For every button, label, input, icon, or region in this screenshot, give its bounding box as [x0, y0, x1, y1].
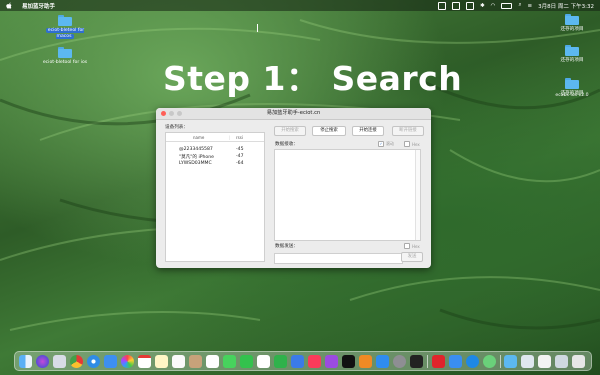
send-hex-checkbox[interactable]: Hex — [404, 243, 420, 249]
desktop-folder-label: 还存的项目 — [560, 27, 584, 32]
desktop-folder-label: 还存的项目 — [560, 58, 584, 63]
photos-app-icon[interactable] — [206, 354, 219, 368]
tv-icon[interactable] — [342, 354, 355, 368]
device-row[interactable]: @2233445587 -45 — [166, 146, 264, 153]
menu-bar: 易加蓝牙助手 ✱ ◠ ⌕ ≡ 3月8日 周二 下午3:32 — [0, 0, 600, 11]
window-thumbnail-icon[interactable] — [555, 354, 569, 368]
send-button[interactable]: 发送 — [401, 252, 423, 262]
clock[interactable]: 3月8日 周二 下午3:32 — [538, 2, 594, 10]
dock — [14, 351, 592, 371]
siri-icon[interactable] — [36, 354, 49, 368]
bluetooth-assistant-icon[interactable] — [482, 354, 496, 368]
podcasts-icon[interactable] — [325, 354, 338, 368]
finder-icon[interactable] — [19, 354, 32, 368]
send-label: 数据发送： — [275, 244, 298, 249]
zoom-button[interactable] — [177, 111, 182, 116]
device-name: LYWSD03MMC — [179, 161, 212, 166]
numbers-icon[interactable] — [274, 354, 287, 368]
freeform-icon[interactable] — [257, 354, 270, 368]
record-icon[interactable] — [452, 1, 461, 10]
photos-icon[interactable] — [121, 354, 134, 368]
stop-search-button[interactable]: 停止搜索 — [312, 126, 346, 136]
window-title: 易加蓝牙助手-eciot.cn — [266, 110, 321, 116]
chrome-icon[interactable] — [70, 354, 83, 368]
recv-hex-checkbox[interactable]: Hex — [404, 141, 420, 147]
folder-icon — [565, 45, 579, 56]
recv-label: 数据接收： — [275, 142, 298, 147]
trash-icon[interactable] — [572, 354, 586, 368]
window-titlebar[interactable]: 易加蓝牙助手-eciot.cn — [156, 108, 431, 120]
device-rssi: -64 — [236, 161, 244, 166]
col-rssi-header[interactable]: rssi — [236, 135, 243, 140]
app-status-icon[interactable] — [466, 1, 475, 10]
calendar-icon[interactable] — [138, 354, 151, 368]
text-cursor-icon — [257, 24, 260, 32]
scroll-checkbox[interactable]: ✓ 滚动 — [378, 141, 394, 147]
folder-icon — [565, 14, 579, 25]
headline: Step 1： Search — [163, 59, 463, 98]
screenshot-icon[interactable] — [521, 354, 535, 368]
device-rssi: -47 — [236, 154, 244, 159]
folder-icon — [58, 47, 72, 58]
safari-icon[interactable] — [87, 354, 100, 368]
system-settings-icon[interactable] — [393, 354, 406, 368]
edge-icon[interactable] — [465, 354, 479, 368]
document-icon[interactable] — [538, 354, 552, 368]
desktop-folder[interactable]: eciot-bletool for ios — [42, 47, 88, 66]
control-center-icon[interactable]: ≡ — [528, 3, 533, 9]
close-button[interactable] — [161, 111, 166, 116]
device-row[interactable]: LYWSD03MMC -64 — [166, 160, 264, 167]
app-menu-name[interactable]: 易加蓝牙助手 — [22, 2, 55, 10]
keynote-icon[interactable] — [291, 354, 304, 368]
disconnect-button[interactable]: 断开链接 — [392, 126, 424, 136]
terminal-icon[interactable] — [410, 354, 423, 368]
desktop-folder-label: eciot-bletool for ios — [42, 60, 88, 65]
battery-icon[interactable] — [501, 2, 513, 9]
device-list[interactable]: name | rssi @2233445587 -45 "莫凡"的 iPhone… — [165, 132, 265, 262]
red-app-icon[interactable] — [431, 354, 445, 368]
start-search-button[interactable]: 开始搜索 — [274, 126, 306, 136]
desktop-folder[interactable]: eciot-bleteol for macos — [42, 15, 88, 39]
desktop-folder[interactable]: 还存的项目 — [549, 14, 595, 33]
search-icon[interactable]: ⌕ — [518, 2, 521, 9]
checkmark-icon: ✓ — [378, 141, 384, 147]
start-connect-button[interactable]: 开始连接 — [352, 126, 384, 136]
display-icon[interactable] — [438, 1, 447, 10]
desktop-folder[interactable]: ecabs-ios-v2.0 — [549, 80, 595, 98]
status-area: ✱ ◠ ⌕ ≡ 3月8日 周二 下午3:32 — [438, 0, 594, 11]
device-list-header: name | rssi — [166, 133, 264, 142]
recv-scrollbar[interactable] — [415, 150, 420, 240]
desktop-folder-label: ecabs-ios-v2.0 — [555, 93, 589, 98]
app-store-icon[interactable] — [376, 354, 389, 368]
notes-icon[interactable] — [155, 354, 168, 368]
folder-icon — [58, 15, 72, 26]
books-icon[interactable] — [359, 354, 372, 368]
facetime-icon[interactable] — [240, 354, 253, 368]
mail-icon[interactable] — [104, 354, 117, 368]
device-row[interactable]: "莫凡"的 iPhone -47 — [166, 153, 264, 160]
device-list-label: 设备列表： — [165, 125, 188, 130]
desktop-folder[interactable]: 还存的项目 — [549, 45, 595, 64]
bluetooth-icon[interactable]: ✱ — [480, 3, 485, 9]
xcode-icon[interactable] — [448, 354, 462, 368]
send-input[interactable] — [274, 253, 403, 264]
minimize-button[interactable] — [169, 111, 174, 116]
app-window: 易加蓝牙助手-eciot.cn 设备列表： name | rssi @22334… — [156, 108, 431, 268]
messages-icon[interactable] — [223, 354, 236, 368]
reminders-icon[interactable] — [172, 354, 185, 368]
apple-logo-icon[interactable] — [6, 2, 12, 9]
recv-textarea[interactable] — [274, 149, 421, 241]
downloads-folder-icon[interactable] — [504, 354, 518, 368]
contacts-icon[interactable] — [189, 354, 202, 368]
desktop-folder-label: eciot-bleteol for macos — [45, 28, 85, 39]
launchpad-icon[interactable] — [53, 354, 66, 368]
wifi-icon[interactable]: ◠ — [491, 3, 496, 9]
device-rssi: -45 — [236, 147, 244, 152]
device-name: @2233445587 — [179, 147, 213, 152]
music-icon[interactable] — [308, 354, 321, 368]
col-name-header[interactable]: name — [193, 135, 204, 140]
